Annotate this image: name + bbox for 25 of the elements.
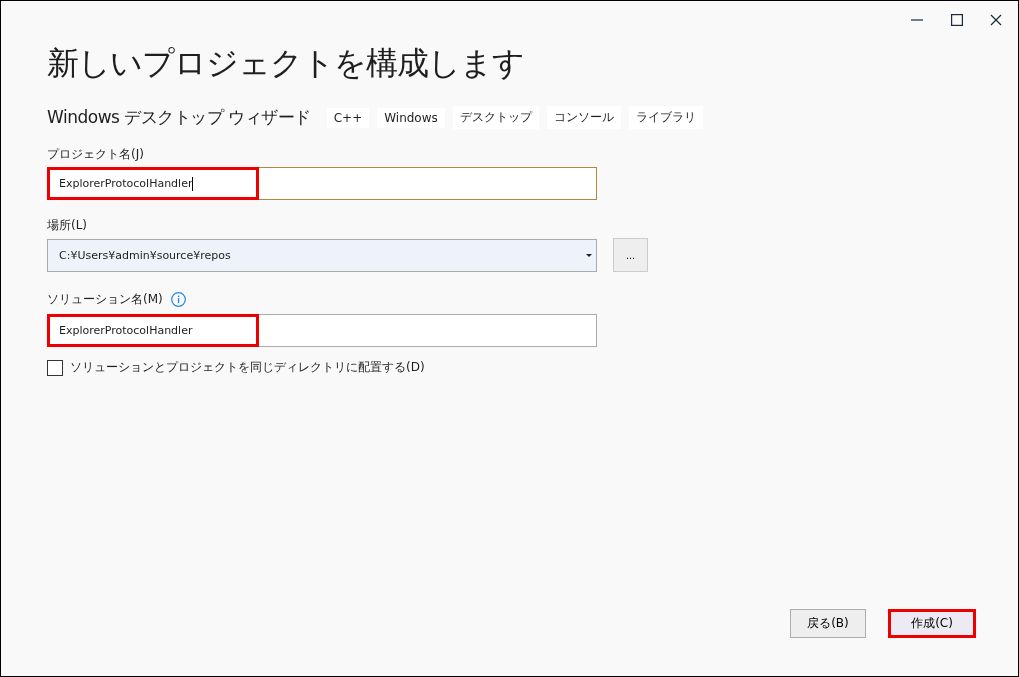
maximize-icon[interactable]: [951, 14, 963, 26]
field-value: C:¥Users¥admin¥source¥repos: [58, 247, 232, 264]
field-label: ソリューション名(M): [47, 291, 163, 308]
dropdown-caret-icon: [586, 253, 592, 257]
tag: ライブラリ: [628, 106, 703, 129]
tag: C++: [326, 107, 370, 128]
field-value: ExplorerProtocolHandler: [47, 167, 259, 200]
location-combobox[interactable]: C:¥Users¥admin¥source¥repos: [47, 238, 597, 272]
input-field[interactable]: ExplorerProtocolHandler: [47, 314, 597, 347]
checkbox-label: ソリューションとプロジェクトを同じディレクトリに配置する(D): [70, 359, 425, 376]
dialog-button[interactable]: 作成(C): [888, 609, 976, 638]
field-label: プロジェクト名(J): [47, 146, 145, 161]
browse-button[interactable]: ...: [613, 238, 648, 272]
tag: コンソール: [546, 106, 621, 129]
field-label: 場所(L): [47, 217, 89, 232]
window-title: 新しいプロジェクトを構成します: [47, 43, 525, 84]
field-value: ExplorerProtocolHandler: [47, 314, 259, 347]
checkbox[interactable]: [47, 359, 63, 376]
dialog-button[interactable]: 戻る(B): [790, 609, 866, 638]
info-icon[interactable]: [170, 292, 186, 307]
template-name: Windows デスクトップ ウィザード: [47, 106, 311, 129]
tag: Windows: [377, 107, 445, 128]
tag: デスクトップ: [452, 106, 539, 129]
input-field[interactable]: ExplorerProtocolHandler: [47, 167, 597, 200]
close-icon[interactable]: [990, 14, 1002, 26]
